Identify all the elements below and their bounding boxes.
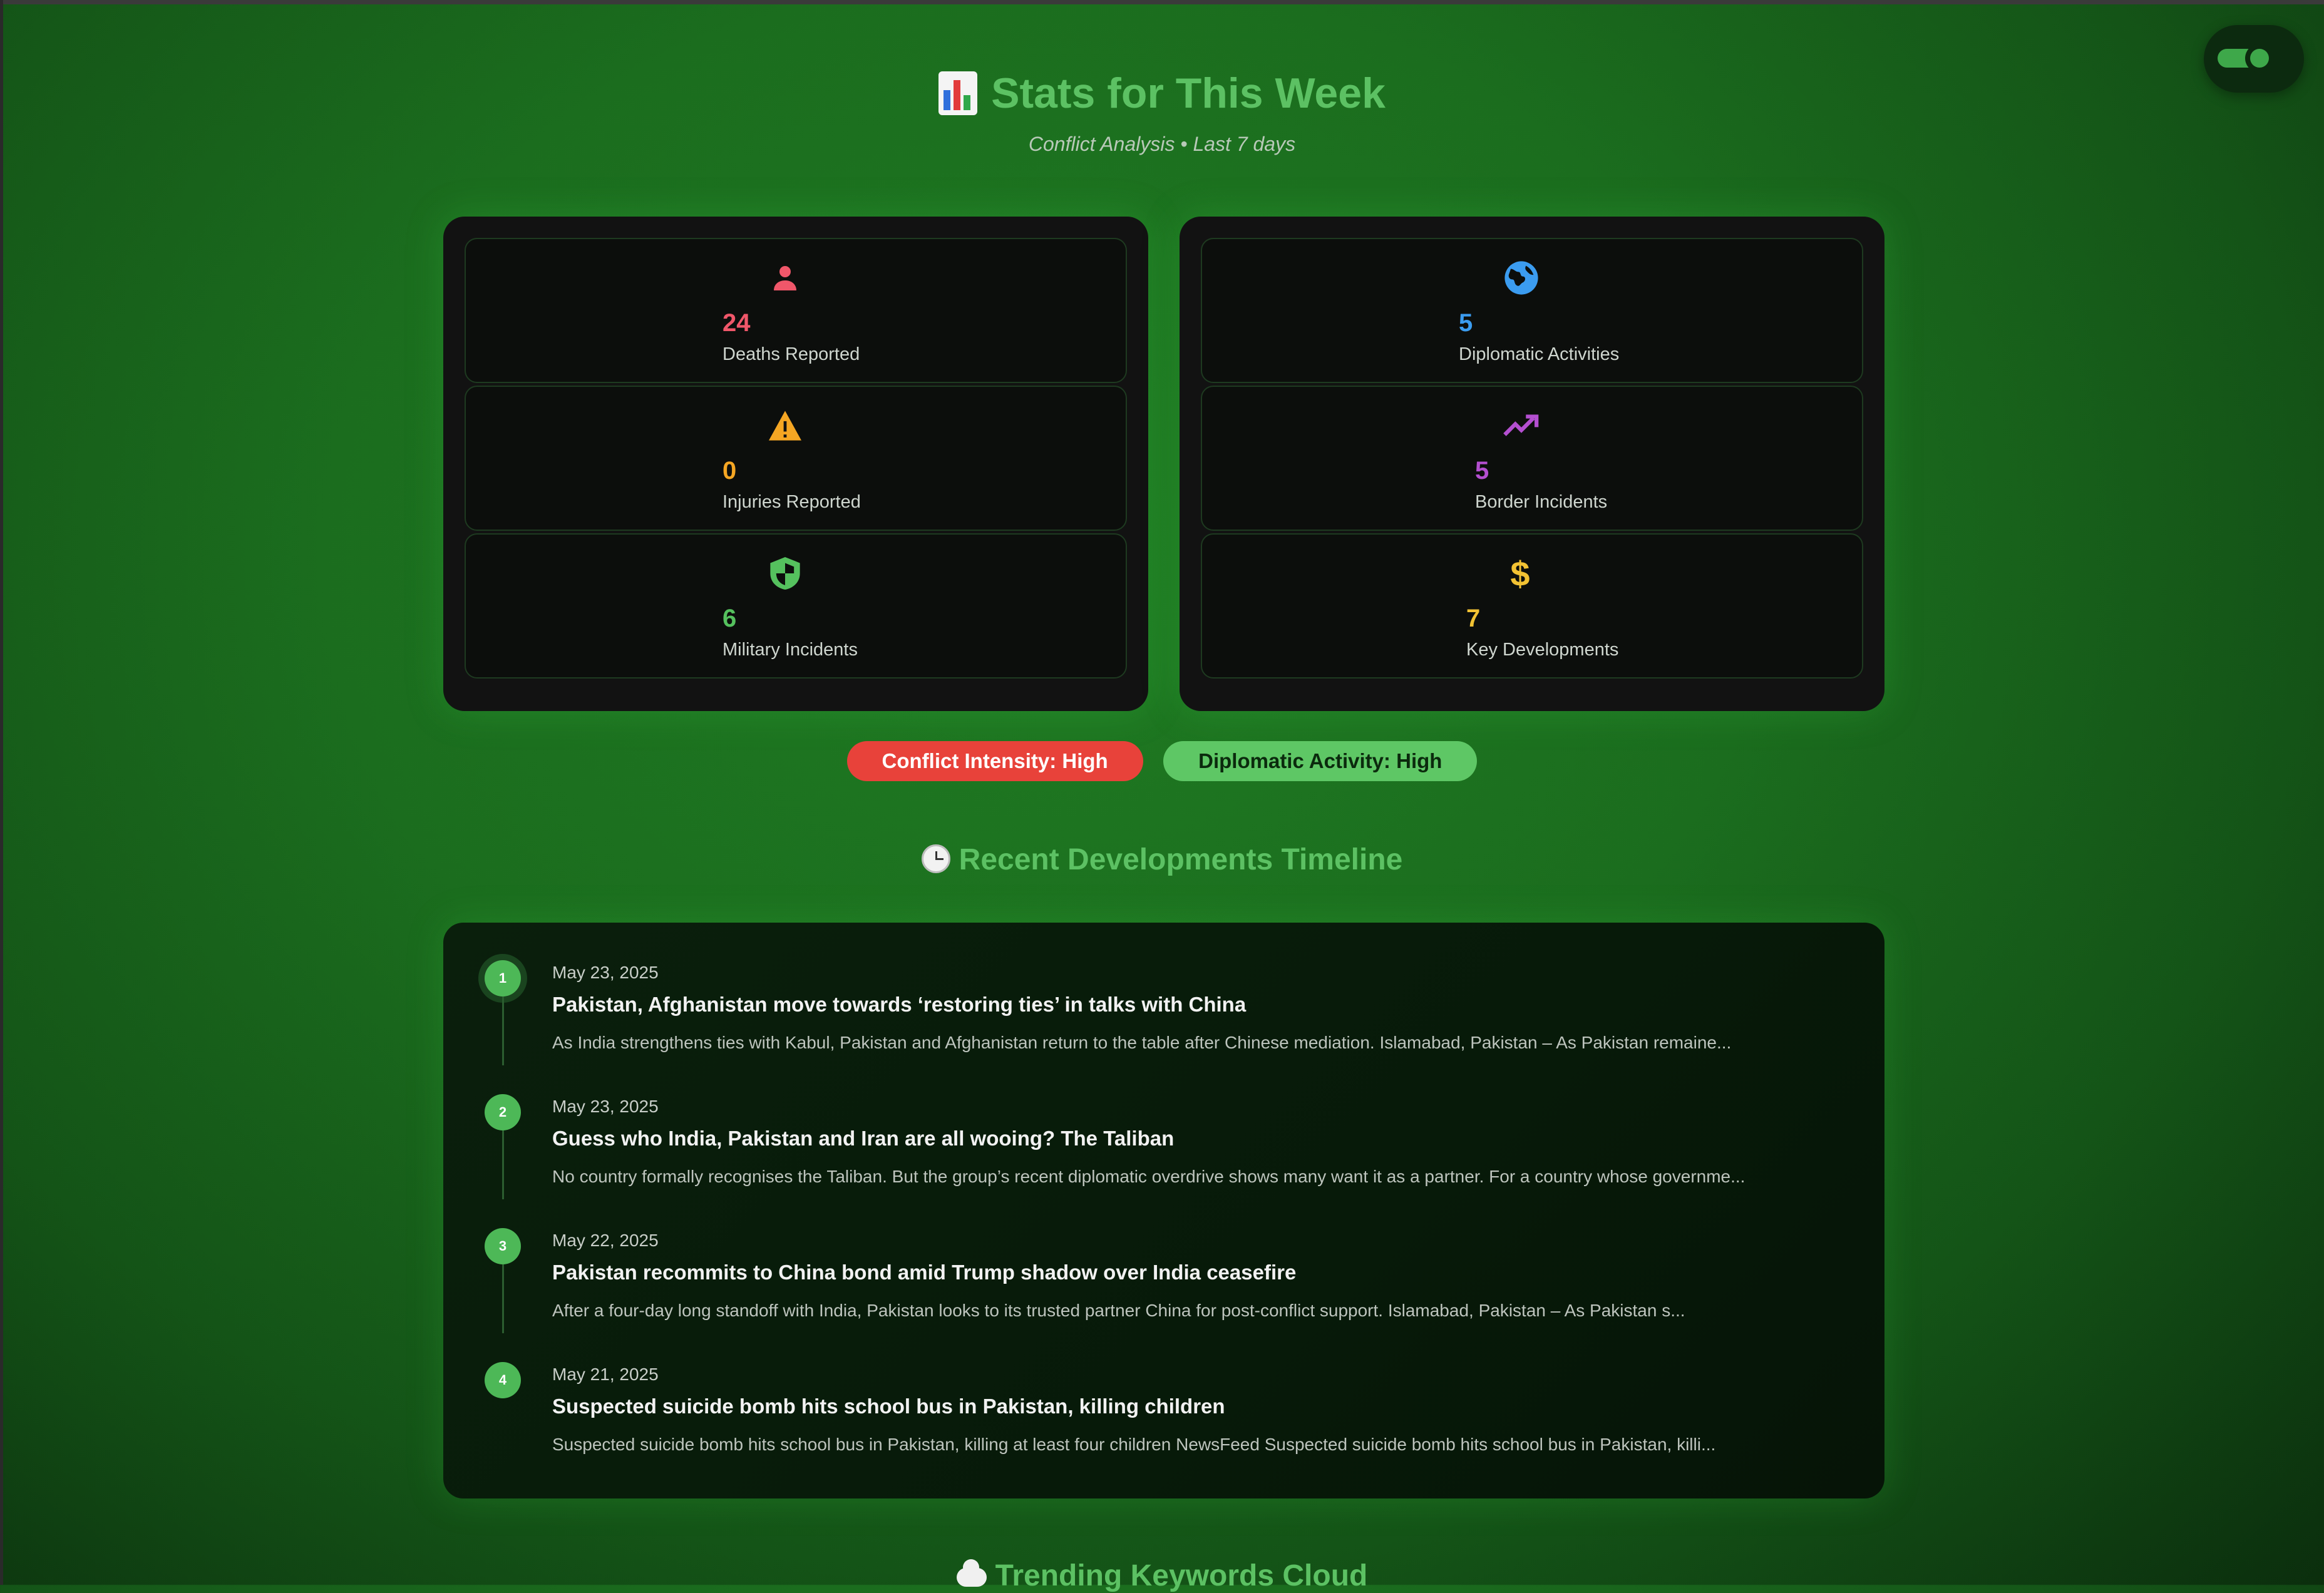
diplomatic-activity-badge: Diplomatic Activity: High bbox=[1163, 741, 1478, 781]
stat-label: Key Developments bbox=[1466, 640, 1619, 660]
page-subtitle: Conflict Analysis • Last 7 days bbox=[1028, 133, 1296, 155]
stat-card-deaths: 24 Deaths Reported bbox=[465, 238, 1127, 383]
timeline-description: Suspected suicide bomb hits school bus i… bbox=[552, 1435, 1716, 1454]
timeline-connector bbox=[502, 1130, 504, 1199]
stat-value: 5 bbox=[1475, 457, 1489, 484]
timeline-headline[interactable]: Guess who India, Pakistan and Iran are a… bbox=[552, 1127, 1174, 1150]
stat-label: Deaths Reported bbox=[722, 344, 860, 364]
timeline-marker: 2 bbox=[485, 1094, 521, 1130]
stat-label: Border Incidents bbox=[1475, 492, 1608, 512]
status-badges: Conflict Intensity: High Diplomatic Acti… bbox=[0, 741, 2324, 781]
timeline-marker: 3 bbox=[485, 1228, 521, 1264]
timeline-connector bbox=[502, 1264, 504, 1333]
clock-icon bbox=[921, 844, 950, 873]
timeline-date: May 22, 2025 bbox=[552, 1231, 659, 1250]
dollar-icon: $ bbox=[1510, 553, 1530, 593]
stat-value: 7 bbox=[1466, 605, 1481, 632]
window-left-border bbox=[0, 0, 3, 1585]
conflict-intensity-badge: Conflict Intensity: High bbox=[846, 741, 1143, 781]
timeline-description: No country formally recognises the Talib… bbox=[552, 1167, 1746, 1186]
page-title-text: Stats for This Week bbox=[991, 69, 1386, 117]
cloud-icon bbox=[956, 1559, 987, 1587]
timeline-title-text: Recent Developments Timeline bbox=[959, 843, 1403, 876]
timeline-description: After a four-day long standoff with Indi… bbox=[552, 1301, 1685, 1320]
timeline-date: May 21, 2025 bbox=[552, 1365, 659, 1384]
timeline-headline[interactable]: Pakistan, Afghanistan move towards ‘rest… bbox=[552, 993, 1246, 1017]
timeline-headline[interactable]: Suspected suicide bomb hits school bus i… bbox=[552, 1395, 1225, 1418]
timeline-marker: 4 bbox=[485, 1362, 521, 1398]
stat-value: 0 bbox=[722, 457, 737, 484]
timeline-item[interactable]: 2 May 23, 2025 Guess who India, Pakistan… bbox=[443, 1057, 1884, 1199]
stats-panel-casualties: 24 Deaths Reported 0 Injuries Reported 6… bbox=[443, 217, 1148, 711]
stat-card-military: 6 Military Incidents bbox=[465, 533, 1127, 679]
person-icon bbox=[766, 259, 804, 297]
stat-card-border: 5 Border Incidents bbox=[1201, 386, 1863, 531]
bar-chart-icon bbox=[938, 71, 978, 115]
stat-value: 24 bbox=[722, 309, 751, 337]
trending-up-icon bbox=[1503, 407, 1540, 444]
timeline-date: May 23, 2025 bbox=[552, 1097, 659, 1116]
timeline-item[interactable]: 1 May 23, 2025 Pakistan, Afghanistan mov… bbox=[443, 923, 1884, 1065]
stat-label: Injuries Reported bbox=[722, 492, 861, 512]
stat-value: 5 bbox=[1459, 309, 1473, 337]
stat-card-key-developments: $ 7 Key Developments bbox=[1201, 533, 1863, 679]
stat-label: Diplomatic Activities bbox=[1459, 344, 1620, 364]
timeline-section-title: Recent Developments Timeline bbox=[0, 843, 2324, 877]
shield-icon bbox=[766, 555, 804, 592]
stat-card-diplomatic: 5 Diplomatic Activities bbox=[1201, 238, 1863, 383]
timeline-marker: 1 bbox=[485, 960, 521, 996]
page-title: Stats for This Week bbox=[938, 69, 1386, 118]
timeline-description: As India strengthens ties with Kabul, Pa… bbox=[552, 1033, 1732, 1052]
stat-label: Military Incidents bbox=[722, 640, 858, 660]
timeline-headline[interactable]: Pakistan recommits to China bond amid Tr… bbox=[552, 1261, 1296, 1284]
timeline-item[interactable]: 3 May 22, 2025 Pakistan recommits to Chi… bbox=[443, 1191, 1884, 1333]
globe-icon bbox=[1503, 259, 1540, 297]
stats-panel-diplomacy: 5 Diplomatic Activities 5 Border Inciden… bbox=[1180, 217, 1884, 711]
timeline-connector bbox=[502, 996, 504, 1065]
timeline-date: May 23, 2025 bbox=[552, 963, 659, 982]
stat-value: 6 bbox=[722, 605, 737, 632]
window-top-border bbox=[0, 0, 2324, 4]
timeline-item[interactable]: 4 May 21, 2025 Suspected suicide bomb hi… bbox=[443, 1324, 1884, 1458]
warning-icon bbox=[766, 407, 804, 444]
stat-card-injuries: 0 Injuries Reported bbox=[465, 386, 1127, 531]
trending-title-text: Trending Keywords Cloud bbox=[995, 1559, 1368, 1592]
trending-section-title: Trending Keywords Cloud bbox=[0, 1559, 2324, 1593]
timeline-panel: 1 May 23, 2025 Pakistan, Afghanistan mov… bbox=[443, 923, 1884, 1498]
page-header: Stats for This Week Conflict Analysis • … bbox=[0, 69, 2324, 156]
